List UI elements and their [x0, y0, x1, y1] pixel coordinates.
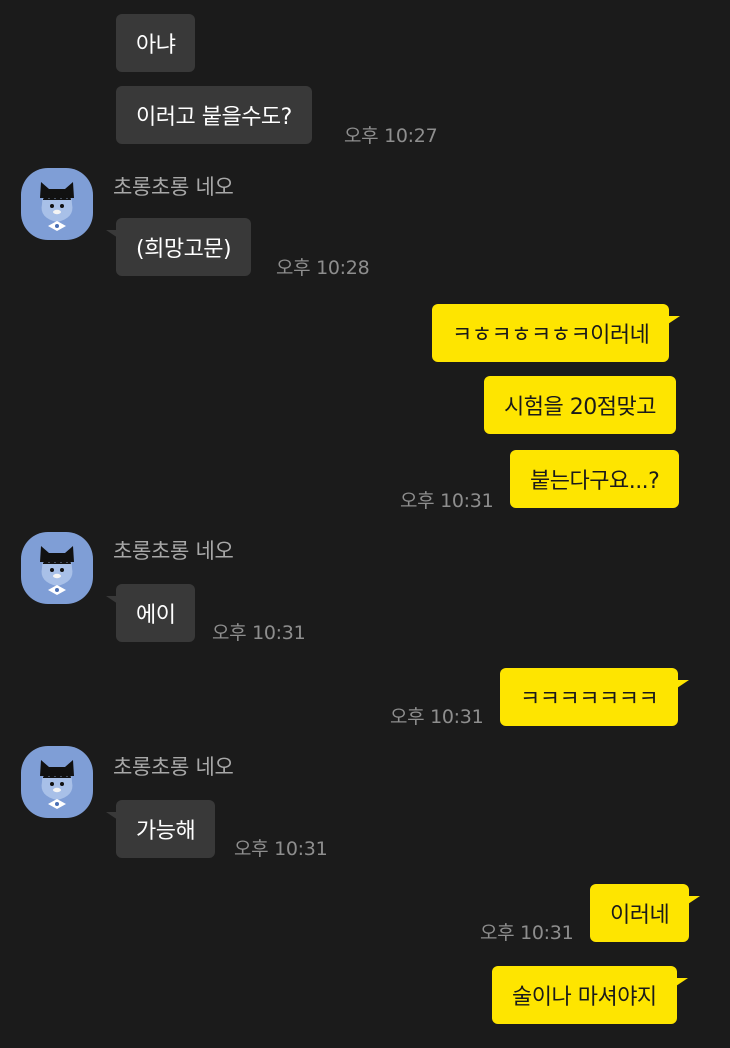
contact-avatar[interactable]: [21, 532, 93, 604]
outgoing-message[interactable]: 이러네: [590, 884, 701, 942]
message-time: 오후 10:31: [212, 622, 306, 644]
message-time: 오후 10:31: [390, 706, 484, 728]
message-text: 이러고 붙을수도?: [136, 105, 292, 130]
message-text: 아냐: [136, 33, 176, 58]
incoming-message[interactable]: 가능해: [105, 800, 216, 858]
sender-name: 초롱초롱 네오: [113, 175, 234, 199]
message-text: (희망고문): [136, 237, 232, 262]
message-text: 술이나 마셔야지: [512, 985, 657, 1010]
outgoing-message[interactable]: ㅋㅎㅋㅎㅋㅎㅋ이러네: [432, 304, 681, 362]
sender-name: 초롱초롱 네오: [113, 755, 234, 779]
outgoing-message[interactable]: 술이나 마셔야지: [492, 966, 688, 1024]
contact-avatar[interactable]: [21, 168, 93, 240]
message-text: 붙는다구요...?: [530, 469, 660, 494]
neo-character-icon: [40, 182, 74, 231]
contact-avatar[interactable]: [21, 746, 93, 818]
message-time: 오후 10:28: [276, 257, 370, 279]
outgoing-message[interactable]: ㅋㅋㅋㅋㅋㅋㅋ: [500, 668, 690, 726]
message-time: 오후 10:31: [234, 838, 328, 860]
message-text: ㅋㅋㅋㅋㅋㅋㅋ: [520, 687, 659, 712]
neo-character-icon: [40, 760, 74, 809]
incoming-message[interactable]: (희망고문): [105, 218, 252, 276]
neo-character-icon: [40, 546, 74, 595]
message-text: ㅋㅎㅋㅎㅋㅎㅋ이러네: [452, 323, 650, 348]
outgoing-message[interactable]: 시험을 20점맞고: [484, 376, 676, 434]
message-time: 오후 10:27: [344, 125, 438, 147]
incoming-message[interactable]: 아냐: [116, 14, 196, 72]
message-text: 이러네: [610, 903, 670, 928]
outgoing-message[interactable]: 붙는다구요...?: [510, 450, 680, 508]
incoming-message[interactable]: 이러고 붙을수도?: [116, 86, 312, 144]
chat-area: 아냐 이러고 붙을수도? 오후 10:27 초롱초롱 네오 (희망고문) 오후 …: [0, 0, 730, 1048]
message-text: 에이: [136, 603, 176, 628]
message-text: 가능해: [136, 819, 196, 844]
sender-name: 초롱초롱 네오: [113, 539, 234, 563]
message-text: 시험을 20점맞고: [504, 395, 656, 420]
message-time: 오후 10:31: [480, 922, 574, 944]
incoming-message[interactable]: 에이: [105, 584, 196, 642]
message-time: 오후 10:31: [400, 490, 494, 512]
